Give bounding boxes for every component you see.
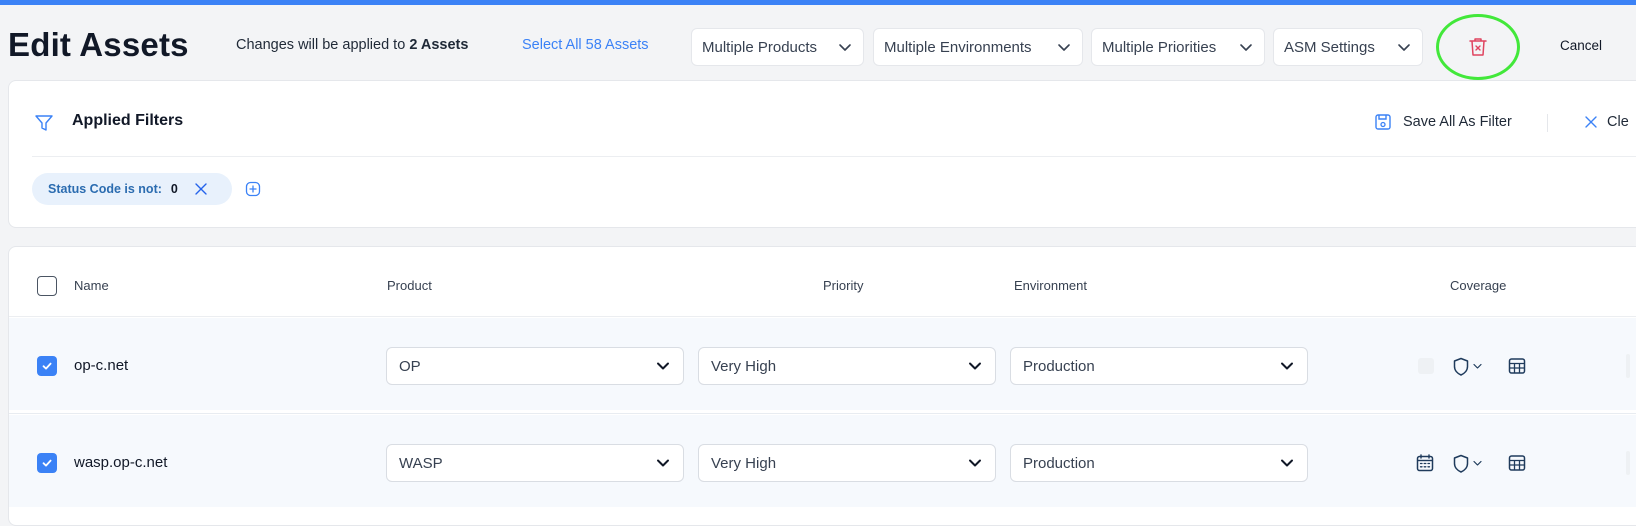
shield-dropdown[interactable] [1453,454,1487,479]
filter-chip-status-code[interactable]: Status Code is not: 0 [32,173,232,205]
asset-name: op-c.net [74,357,129,374]
environment-select[interactable]: Production [1010,444,1308,482]
table-icon[interactable] [1508,357,1526,375]
products-dropdown-label: Multiple Products [702,38,818,56]
chevron-down-icon [657,362,669,370]
product-select-value: OP [399,357,421,375]
applied-filters-title: Applied Filters [72,112,184,129]
column-header-product[interactable]: Product [387,278,432,293]
shield-icon [1453,454,1482,473]
chevron-down-icon [1398,44,1410,51]
product-select[interactable]: WASP [386,444,684,482]
save-icon[interactable] [1374,113,1392,131]
chevron-down-icon [969,459,981,467]
divider [1547,114,1548,132]
divider [9,316,1636,317]
save-all-as-filter-button[interactable]: Save All As Filter [1403,114,1512,130]
calendar-icon[interactable] [1416,454,1434,472]
column-header-environment[interactable]: Environment [1014,278,1087,293]
asset-name: wasp.op-c.net [74,454,168,471]
filter-icon [35,115,53,131]
top-accent-bar [0,0,1636,5]
column-header-name[interactable]: Name [74,278,109,293]
product-select-value: WASP [399,454,443,472]
environment-select-value: Production [1023,357,1095,375]
chevron-down-icon [969,362,981,370]
shield-icon [1453,357,1482,376]
chevron-down-icon [1058,44,1070,51]
changes-summary: Changes will be applied to 2 Assets [236,37,468,53]
close-icon[interactable] [194,182,208,196]
close-icon[interactable] [1583,114,1599,130]
calendar-placeholder [1418,358,1434,374]
divider [9,413,1636,414]
filter-chip-value: 0 [170,182,178,196]
priorities-dropdown[interactable]: Multiple Priorities [1091,28,1265,66]
delete-assets-button[interactable] [1436,14,1520,80]
chevron-down-icon [1240,44,1252,51]
priorities-dropdown-label: Multiple Priorities [1102,38,1217,56]
environment-select[interactable]: Production [1010,347,1308,385]
divider [32,156,1636,157]
priority-select-value: Very High [711,357,777,375]
check-icon [42,459,52,467]
column-header-coverage[interactable]: Coverage [1450,278,1506,293]
cancel-button[interactable]: Cancel [1560,38,1602,53]
priority-select-value: Very High [711,454,777,472]
trash-icon [1469,38,1487,56]
asm-settings-dropdown[interactable]: ASM Settings [1273,28,1423,66]
chevron-down-icon [1281,459,1293,467]
products-dropdown[interactable]: Multiple Products [691,28,864,66]
column-header-priority[interactable]: Priority [823,278,863,293]
priority-select[interactable]: Very High [698,444,996,482]
shield-dropdown[interactable] [1453,357,1487,382]
table-icon[interactable] [1508,454,1526,472]
changes-prefix: Changes will be applied to [236,37,406,53]
environments-dropdown-label: Multiple Environments [884,38,1032,56]
select-all-link[interactable]: Select All 58 Assets [522,37,649,53]
changes-count: 2 Assets [409,37,469,53]
environment-select-value: Production [1023,454,1095,472]
filter-chip-label: Status Code is not: [48,182,162,196]
plus-circle-icon[interactable] [245,181,261,197]
chevron-down-icon [1281,362,1293,370]
select-all-checkbox[interactable] [37,276,57,296]
row-scroll-edge [1626,354,1630,378]
product-select[interactable]: OP [386,347,684,385]
page-title: Edit Assets [8,26,189,63]
row-checkbox[interactable] [37,356,57,376]
row-checkbox[interactable] [37,453,57,473]
check-icon [42,362,52,370]
chevron-down-icon [839,44,851,51]
priority-select[interactable]: Very High [698,347,996,385]
row-scroll-edge [1626,451,1630,475]
clear-filters-button[interactable]: Cle [1607,114,1629,130]
asm-settings-dropdown-label: ASM Settings [1284,38,1375,56]
chevron-down-icon [657,459,669,467]
applied-filters-panel [8,80,1636,228]
environments-dropdown[interactable]: Multiple Environments [873,28,1083,66]
